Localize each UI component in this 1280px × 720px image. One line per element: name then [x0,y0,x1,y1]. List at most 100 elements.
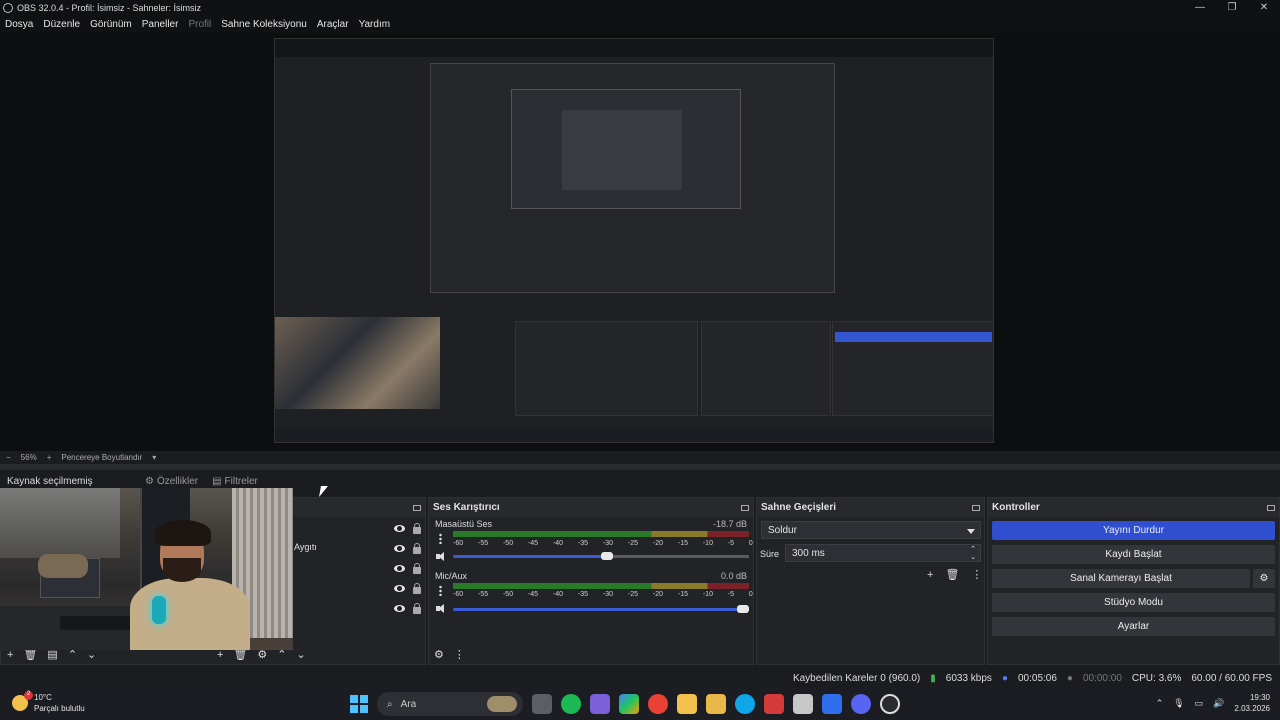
transition-selected: Soldur [768,524,797,536]
menu-help[interactable]: Yardım [354,19,396,30]
speaker-icon[interactable] [436,604,446,613]
track-menu-icon[interactable] [439,533,442,544]
visibility-eye-icon[interactable] [394,544,405,552]
lock-icon[interactable] [413,522,421,534]
zoom-bar: − 56% + Pencereye Boyutlandır ▾ [0,451,1280,464]
duration-spinbox[interactable]: 300 ms ⌃ ⌄ [785,544,981,562]
stop-streaming-button[interactable]: Yayını Durdur [992,521,1275,540]
start-virtual-camera-button[interactable]: Sanal Kamerayı Başlat [992,569,1250,588]
fps: 60.00 / 60.00 FPS [1191,672,1272,684]
menu-tools[interactable]: Araçlar [312,19,354,30]
lock-icon[interactable] [413,602,421,614]
track-menu-icon[interactable] [439,585,442,596]
date: 2.03.2026 [1234,704,1270,713]
visibility-eye-icon[interactable] [394,584,405,592]
menu-file[interactable]: Dosya [0,19,38,30]
zoom-in-button[interactable]: + [47,453,52,462]
zoom-out-button[interactable]: − [6,453,11,462]
transition-menu-icon[interactable]: ⋮ [971,568,982,581]
tray-overflow-icon[interactable]: ⌃ [1156,698,1164,709]
visibility-eye-icon[interactable] [394,564,405,572]
filter-icon: ▤ [212,475,222,487]
start-recording-button[interactable]: Kaydı Başlat [992,545,1275,564]
nested-transitions [701,321,831,416]
undock-icon[interactable] [1267,504,1275,511]
nested-taskbar [275,427,993,442]
undock-icon[interactable] [413,504,421,511]
bitrate-signal-icon: ▮ [930,672,936,684]
nested-title [275,39,993,49]
task-view-icon[interactable] [532,694,552,714]
bitrate: 6033 kbps [945,672,992,684]
edge-icon[interactable] [735,694,755,714]
fit-to-window[interactable]: Pencereye Boyutlandır [61,453,142,462]
clock[interactable]: 19:30 2.03.2026 [1234,692,1270,714]
time: 19:30 [1249,693,1270,702]
slider-knob[interactable] [737,605,749,613]
source-down-icon[interactable]: ⌄ [297,648,306,661]
obs-icon[interactable] [880,694,900,714]
preview-canvas[interactable] [274,38,994,443]
filters-button[interactable]: ▤ Filtreler [212,476,258,487]
menu-bar: Dosya Düzenle Görünüm Paneller Profil Sa… [0,15,1280,33]
undock-icon[interactable] [741,504,749,511]
network-icon[interactable]: ▭ [1195,698,1204,709]
weather-widget[interactable]: 10°C Parçalı bulutlu [12,691,85,714]
menu-docks[interactable]: Paneller [137,19,184,30]
spin-arrows-icon[interactable]: ⌃ ⌄ [970,546,976,562]
file-explorer-icon[interactable] [677,694,697,714]
advanced-audio-icon[interactable]: ⚙ [434,648,444,661]
virtual-camera-settings-gear-icon[interactable]: ⚙ [1253,569,1275,588]
photos-icon[interactable] [822,694,842,714]
spotify-icon[interactable] [561,694,581,714]
mixer-toolbar: ⚙ ⋮ [434,648,465,661]
properties-button[interactable]: ⚙ Özellikler [145,476,198,487]
maximize-button[interactable]: ❐ [1216,2,1248,13]
nested-preview [430,63,835,293]
copilot-icon[interactable] [619,694,639,714]
add-transition-icon[interactable]: + [927,569,933,581]
duration-value: 300 ms [792,547,825,559]
search-icon: ⌕ [387,698,393,710]
audio-mixer-dock: Ses Karıştırıcı Masaüstü Ses -18.7 dB -6… [428,497,754,665]
teams-icon[interactable] [590,694,610,714]
lock-icon[interactable] [413,582,421,594]
transitions-title: Sahne Geçişleri [757,498,984,517]
volume-icon[interactable]: 🔊 [1213,698,1224,709]
visibility-eye-icon[interactable] [394,524,405,532]
remove-transition-icon[interactable]: 🗑 [945,568,959,581]
minimize-button[interactable]: — [1184,2,1216,13]
menu-edit[interactable]: Düzenle [38,19,85,30]
no-source-selected: Kaynak seçilmemiş [7,475,93,487]
wps-icon[interactable] [764,694,784,714]
volume-slider[interactable] [453,605,749,613]
zoom-dropdown-icon[interactable]: ▾ [152,453,156,462]
chrome-icon[interactable] [648,694,668,714]
notes-icon[interactable] [706,694,726,714]
volume-meter [453,531,749,537]
lock-icon[interactable] [413,542,421,554]
temperature: 10°C [34,693,52,702]
studio-mode-button[interactable]: Stüdyo Modu [992,593,1275,612]
menu-view[interactable]: Görünüm [85,19,137,30]
microphone-icon[interactable]: 🎙 [1173,698,1184,709]
add-scene-icon[interactable]: + [7,649,13,661]
windows-start-icon[interactable] [350,695,368,713]
close-button[interactable]: ✕ [1248,2,1280,13]
weather-condition: Parçalı bulutlu [34,704,85,713]
store-icon[interactable] [793,694,813,714]
visibility-eye-icon[interactable] [394,604,405,612]
menu-scene-collection[interactable]: Sahne Koleksiyonu [216,19,312,30]
slider-knob[interactable] [600,552,613,560]
speaker-icon[interactable] [436,552,446,561]
mixer-menu-icon[interactable]: ⋮ [454,648,465,661]
lock-icon[interactable] [413,562,421,574]
transition-select[interactable]: Soldur [761,521,981,539]
undock-icon[interactable] [972,504,980,511]
discord-icon[interactable] [851,694,871,714]
volume-slider[interactable] [453,552,749,560]
taskbar-search[interactable]: ⌕ Ara [377,692,523,716]
add-source-icon[interactable]: + [217,649,223,661]
settings-button[interactable]: Ayarlar [992,617,1275,636]
menu-profile[interactable]: Profil [183,19,216,30]
